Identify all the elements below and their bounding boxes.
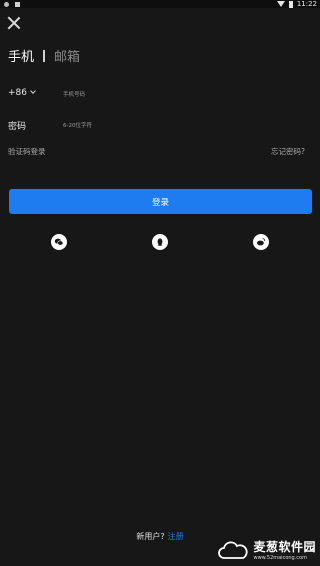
qq-icon: [157, 238, 163, 246]
country-code-selector[interactable]: +86: [8, 88, 36, 98]
login-button[interactable]: 登录: [9, 189, 312, 214]
tab-email[interactable]: 邮箱: [54, 46, 80, 65]
country-code: +86: [8, 88, 27, 98]
forgot-password-link[interactable]: 忘记密码?: [271, 146, 305, 157]
weibo-icon: [257, 238, 266, 246]
status-bar: 11:22: [0, 0, 320, 8]
battery-icon: [288, 0, 293, 8]
close-icon[interactable]: [7, 16, 21, 30]
wechat-icon: [54, 238, 64, 246]
sms-login-link[interactable]: 验证码登录: [8, 146, 46, 157]
new-user-text: 新用户?: [136, 532, 165, 541]
notification-icon: [4, 1, 9, 7]
password-label: 密码: [8, 122, 27, 132]
qq-login-button[interactable]: [152, 234, 168, 250]
phone-input[interactable]: 手机号码: [63, 90, 85, 98]
login-tabs: 手机 邮箱: [8, 46, 80, 65]
register-link[interactable]: 注册: [168, 532, 184, 541]
tab-divider: [43, 49, 46, 62]
watermark: 麦葱软件园 www.52maicong.com: [217, 538, 316, 561]
weibo-login-button[interactable]: [253, 234, 269, 250]
watermark-title: 麦葱软件园: [253, 540, 316, 554]
status-right: 11:22: [276, 0, 317, 8]
tab-phone[interactable]: 手机: [8, 46, 34, 65]
wifi-icon: [276, 1, 285, 7]
status-left: [4, 0, 20, 8]
chevron-down-icon: [30, 88, 36, 94]
status-time: 11:22: [296, 0, 317, 8]
watermark-url: www.52maicong.com: [253, 555, 307, 561]
cloud-logo-icon: [218, 541, 249, 559]
app-icon: [15, 1, 20, 7]
wechat-login-button[interactable]: [51, 234, 67, 250]
password-input[interactable]: 6-20位字符: [63, 121, 92, 129]
